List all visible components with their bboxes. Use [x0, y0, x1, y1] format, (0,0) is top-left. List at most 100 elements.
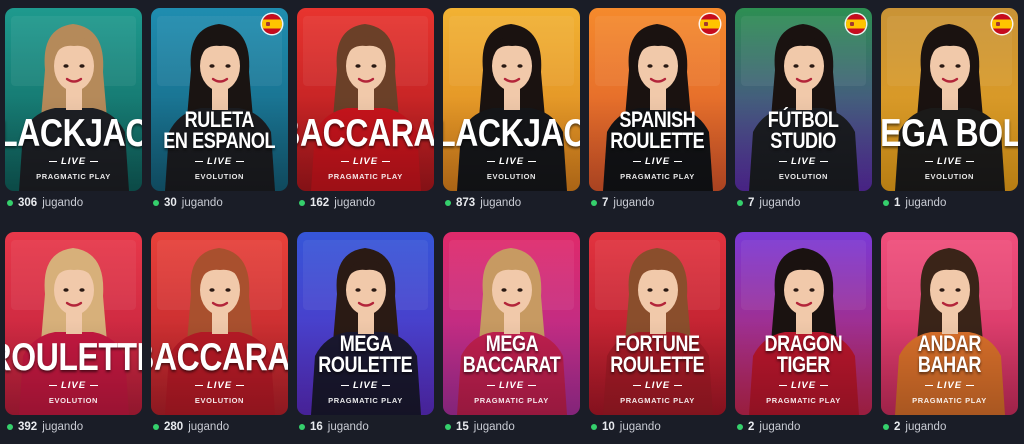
- game-tile[interactable]: Fortune Roulette LIVE PRAGMATIC PLAY 10 jugan…: [589, 232, 726, 444]
- game-card[interactable]: RouletteLIVE EVOLUTION: [5, 232, 142, 415]
- game-card[interactable]: Dragon Tiger LIVE PRAGMATIC PLAY: [735, 232, 872, 415]
- spain-flag-icon: [700, 14, 720, 34]
- player-count-label: jugando: [759, 421, 801, 433]
- live-label: LIVE: [487, 156, 536, 167]
- live-label: LIVE: [341, 156, 390, 167]
- game-label-block: Ruleta en Espanol LIVE EVOLUTION: [151, 100, 288, 191]
- game-title: Baccarat: [297, 111, 434, 155]
- provider-label: EVOLUTION: [486, 172, 537, 181]
- game-tile[interactable]: Spanish Roulette LIVE PRAGMATIC PLAY 7 jugand…: [589, 8, 726, 220]
- player-count-number: 392: [18, 421, 38, 433]
- player-count-number: 2: [894, 421, 901, 433]
- provider-label: PRAGMATIC PLAY: [912, 396, 987, 405]
- live-label: LIVE: [633, 380, 682, 391]
- game-card[interactable]: Mega Roulette LIVE PRAGMATIC PLAY: [297, 232, 434, 415]
- live-label: LIVE: [49, 380, 98, 391]
- game-title: en Espanol: [163, 128, 276, 154]
- spain-flag-icon: [846, 14, 866, 34]
- provider-label: PRAGMATIC PLAY: [620, 172, 695, 181]
- game-card[interactable]: Mega Baccarat LIVE PRAGMATIC PLAY: [443, 232, 580, 415]
- game-label-block: Mega BolaLIVE EVOLUTION: [881, 100, 1018, 191]
- online-dot-icon: [7, 424, 13, 430]
- provider-label: PRAGMATIC PLAY: [328, 172, 403, 181]
- player-count: 7 jugando: [737, 197, 800, 209]
- player-count-number: 162: [310, 197, 330, 209]
- online-dot-icon: [299, 200, 305, 206]
- game-title: Studio: [770, 128, 837, 154]
- game-label-block: Spanish Roulette LIVE PRAGMATIC PLAY: [589, 100, 726, 191]
- live-label: LIVE: [195, 156, 244, 167]
- live-label: LIVE: [925, 380, 974, 391]
- game-card[interactable]: Ruleta en Espanol LIVE EVOLUTION: [151, 8, 288, 191]
- spain-flag-icon: [992, 14, 1012, 34]
- provider-label: EVOLUTION: [194, 172, 245, 181]
- provider-label: PRAGMATIC PLAY: [36, 172, 111, 181]
- online-dot-icon: [737, 424, 743, 430]
- game-card[interactable]: Fútbol Studio LIVE EVOLUTION: [735, 8, 872, 191]
- game-title: Roulette: [610, 128, 705, 154]
- player-count-number: 873: [456, 197, 476, 209]
- game-tile[interactable]: Andar Bahar LIVE PRAGMATIC PLAY 2 jugando: [881, 232, 1018, 444]
- game-title: Bahar: [917, 352, 982, 378]
- game-title: Tiger: [776, 352, 831, 378]
- game-tile[interactable]: RouletteLIVE EVOLUTION 392 jugando: [5, 232, 142, 444]
- game-tile[interactable]: Fútbol Studio LIVE EVOLUTION 7 jugando: [735, 8, 872, 220]
- game-card[interactable]: BaccaratLIVE EVOLUTION: [151, 232, 288, 415]
- game-tile[interactable]: Mega Roulette LIVE PRAGMATIC PLAY 16 jugando: [297, 232, 434, 444]
- game-title: Roulette: [610, 352, 705, 378]
- game-tile[interactable]: BaccaratLIVE EVOLUTION 280 jugando: [151, 232, 288, 444]
- player-count-number: 10: [602, 421, 615, 433]
- provider-label: EVOLUTION: [924, 172, 975, 181]
- player-count: 873 jugando: [445, 197, 521, 209]
- player-count: 280 jugando: [153, 421, 229, 433]
- game-tile[interactable]: Mega BolaLIVE EVOLUTION 1 jugando: [881, 8, 1018, 220]
- player-count-label: jugando: [905, 421, 947, 433]
- game-card[interactable]: BaccaratLIVE PRAGMATIC PLAY: [297, 8, 434, 191]
- game-title: Baccarat: [462, 352, 561, 378]
- game-tile[interactable]: Dragon Tiger LIVE PRAGMATIC PLAY 2 jugando: [735, 232, 872, 444]
- game-card[interactable]: Andar Bahar LIVE PRAGMATIC PLAY: [881, 232, 1018, 415]
- online-dot-icon: [883, 200, 889, 206]
- live-label: LIVE: [779, 380, 828, 391]
- provider-label: PRAGMATIC PLAY: [328, 396, 403, 405]
- online-dot-icon: [153, 200, 159, 206]
- player-count-number: 306: [18, 197, 38, 209]
- provider-label: PRAGMATIC PLAY: [474, 396, 549, 405]
- online-dot-icon: [7, 200, 13, 206]
- game-tile[interactable]: BlackjackLIVE PRAGMATIC PLAY 306 jugando: [5, 8, 142, 220]
- online-dot-icon: [883, 424, 889, 430]
- player-count-number: 1: [894, 197, 901, 209]
- provider-label: PRAGMATIC PLAY: [766, 396, 841, 405]
- game-tile[interactable]: BlackjackLIVE EVOLUTION 873 jugando: [443, 8, 580, 220]
- player-count-label: jugando: [188, 421, 230, 433]
- player-count-label: jugando: [327, 421, 369, 433]
- game-tile[interactable]: BaccaratLIVE PRAGMATIC PLAY 162 jugando: [297, 8, 434, 220]
- game-title: Roulette: [318, 352, 413, 378]
- game-label-block: RouletteLIVE EVOLUTION: [5, 324, 142, 415]
- live-label: LIVE: [487, 380, 536, 391]
- game-card[interactable]: BlackjackLIVE EVOLUTION: [443, 8, 580, 191]
- online-dot-icon: [445, 424, 451, 430]
- online-dot-icon: [591, 200, 597, 206]
- player-count-label: jugando: [181, 197, 223, 209]
- game-card[interactable]: Spanish Roulette LIVE PRAGMATIC PLAY: [589, 8, 726, 191]
- game-card[interactable]: Fortune Roulette LIVE PRAGMATIC PLAY: [589, 232, 726, 415]
- player-count-number: 30: [164, 197, 177, 209]
- provider-label: EVOLUTION: [778, 172, 829, 181]
- player-count: 30 jugando: [153, 197, 223, 209]
- game-label-block: Mega Roulette LIVE PRAGMATIC PLAY: [297, 324, 434, 415]
- online-dot-icon: [591, 424, 597, 430]
- game-title: Baccarat: [151, 335, 288, 379]
- player-count: 2 jugando: [737, 421, 800, 433]
- game-card[interactable]: BlackjackLIVE PRAGMATIC PLAY: [5, 8, 142, 191]
- player-count-number: 7: [748, 197, 755, 209]
- game-label-block: Fortune Roulette LIVE PRAGMATIC PLAY: [589, 324, 726, 415]
- live-games-grid: BlackjackLIVEPRAGMATIC PLAY306jugandoRul…: [5, 8, 1018, 444]
- player-count-label: jugando: [613, 197, 655, 209]
- game-card[interactable]: Mega BolaLIVE EVOLUTION: [881, 8, 1018, 191]
- game-tile[interactable]: Ruleta en Espanol LIVE EVOLUTION 30 jugando: [151, 8, 288, 220]
- player-count-label: jugando: [619, 421, 661, 433]
- live-label: LIVE: [925, 156, 974, 167]
- game-label-block: BaccaratLIVE EVOLUTION: [151, 324, 288, 415]
- game-tile[interactable]: Mega Baccarat LIVE PRAGMATIC PLAY 15 jugando: [443, 232, 580, 444]
